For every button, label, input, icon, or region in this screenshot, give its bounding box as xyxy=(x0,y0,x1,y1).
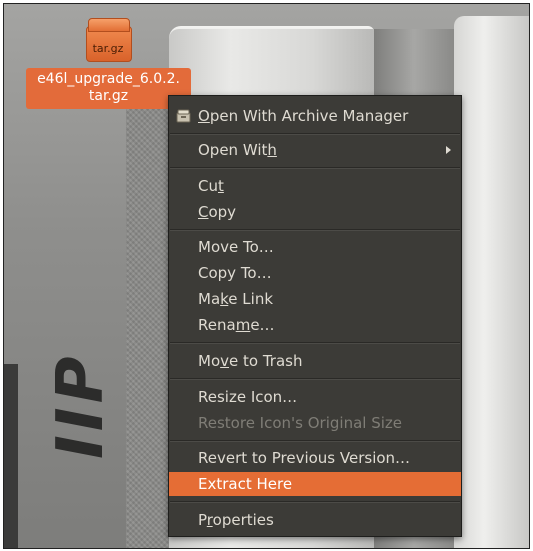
wallpaper-pillar-right xyxy=(454,16,529,548)
menu-item-properties[interactable]: Properties xyxy=(169,508,461,532)
wallpaper-logo: IIP xyxy=(44,352,118,459)
menu-item-cut[interactable]: Cut xyxy=(169,174,461,198)
menu-separator xyxy=(170,342,460,344)
menu-item-open-archive-manager[interactable]: Open With Archive Manager xyxy=(169,104,461,128)
wallpaper-dark-strip xyxy=(4,364,18,548)
menu-item-restore-icon-size: Restore Icon's Original Size xyxy=(198,414,403,432)
submenu-arrow-icon xyxy=(446,146,451,154)
archive-icon: tar.gz xyxy=(86,18,132,62)
menu-item-open-with[interactable]: Open With xyxy=(169,138,461,162)
menu-separator xyxy=(170,378,460,380)
menu-separator xyxy=(170,167,460,169)
desktop-file-icon[interactable]: tar.gz e46l_upgrade_6.0.2. tar.gz xyxy=(26,14,191,114)
desktop-file-label[interactable]: e46l_upgrade_6.0.2. tar.gz xyxy=(26,68,191,109)
menu-item-extract-here[interactable]: Extract Here xyxy=(169,472,461,496)
menu-item-resize-icon[interactable]: Resize Icon… xyxy=(169,385,461,409)
file-name-line-1: e46l_upgrade_6.0.2. xyxy=(37,71,180,87)
file-name-line-2: tar.gz xyxy=(88,88,129,104)
menu-item-move-to[interactable]: Move To… xyxy=(169,235,461,259)
archive-extension-badge: tar.gz xyxy=(92,42,124,55)
menu-separator xyxy=(170,501,460,503)
context-menu: Open With Archive Manager Open With Cut … xyxy=(168,95,462,537)
menu-separator xyxy=(170,229,460,231)
menu-item-rename[interactable]: Rename… xyxy=(169,313,461,337)
menu-separator xyxy=(170,440,460,442)
menu-item-copy[interactable]: Copy xyxy=(169,200,461,224)
menu-item-move-to-trash[interactable]: Move to Trash xyxy=(169,349,461,373)
menu-item-copy-to[interactable]: Copy To… xyxy=(169,261,461,285)
menu-item-make-link[interactable]: Make Link xyxy=(169,287,461,311)
menu-separator xyxy=(170,133,460,135)
archive-manager-icon xyxy=(176,109,191,123)
menu-item-revert-previous-version[interactable]: Revert to Previous Version… xyxy=(169,446,461,470)
